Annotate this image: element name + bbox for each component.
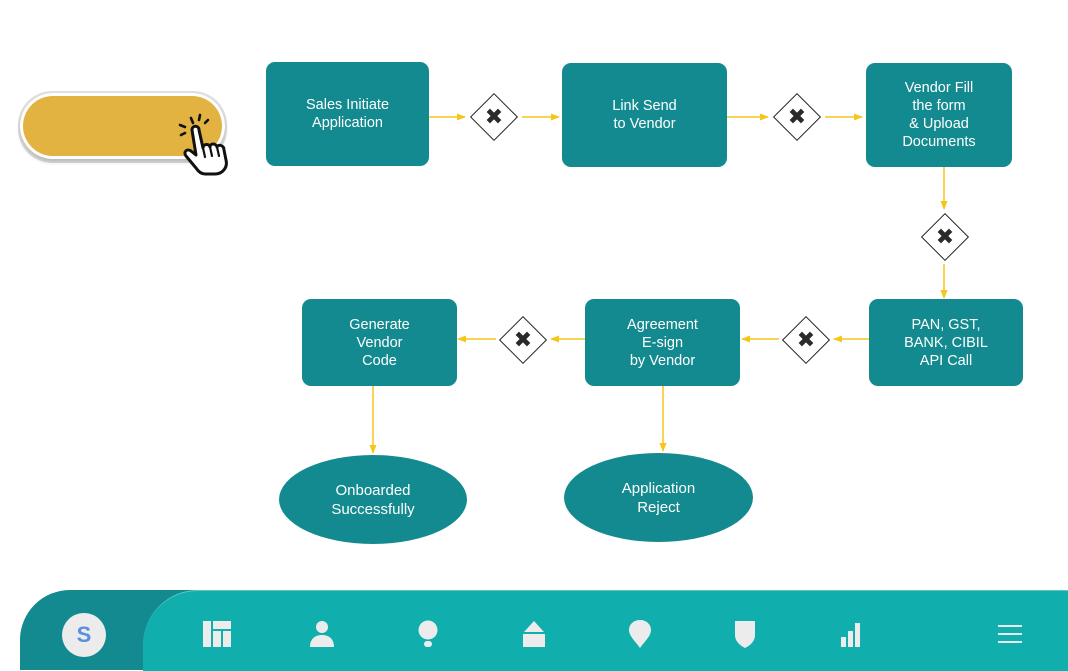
lightbulb-icon [418,620,438,647]
avatar[interactable]: S [62,613,106,657]
nav-user[interactable] [302,614,342,654]
nav-menu[interactable] [990,614,1030,654]
hamburger-menu-icon [998,625,1022,643]
hand-pointer-click-icon [178,113,228,176]
gateway-x-icon: ✖ [935,224,955,249]
gateway-2: ✖ [772,92,822,142]
nav-security[interactable] [725,614,765,654]
gateway-x-icon: ✖ [513,327,533,352]
node-vendor-fill-form: Vendor Fill the form & Upload Documents [866,63,1012,167]
node-link-send-to-vendor: Link Send to Vendor [562,63,727,167]
gateway-x-icon: ✖ [796,327,816,352]
gateway-1: ✖ [469,92,519,142]
nav-dashboard[interactable] [197,614,237,654]
node-sales-initiate-application: Sales Initiate Application [266,62,429,166]
shield-icon [735,621,755,648]
node-api-call: PAN, GST, BANK, CIBIL API Call [869,299,1023,386]
map-pin-icon [629,620,651,648]
nav-upload[interactable] [514,614,554,654]
dashboard-icon [203,621,231,647]
gateway-4: ✖ [781,315,831,365]
nav-analytics[interactable] [831,614,871,654]
gateway-5: ✖ [498,315,548,365]
navbar-main-section [143,590,1068,671]
bottom-navbar: S [0,590,1068,671]
nav-ideas[interactable] [408,614,448,654]
end-application-reject: Application Reject [564,453,753,542]
gateway-3: ✖ [920,212,970,262]
node-agreement-esign: Agreement E-sign by Vendor [585,299,740,386]
gateway-x-icon: ✖ [787,104,807,129]
bar-chart-icon [841,623,860,647]
nav-location[interactable] [620,614,660,654]
end-onboarded-successfully: Onboarded Successfully [279,455,467,544]
upload-icon [523,621,545,647]
node-generate-vendor-code: Generate Vendor Code [302,299,457,386]
user-icon [310,621,334,647]
gateway-x-icon: ✖ [484,104,504,129]
